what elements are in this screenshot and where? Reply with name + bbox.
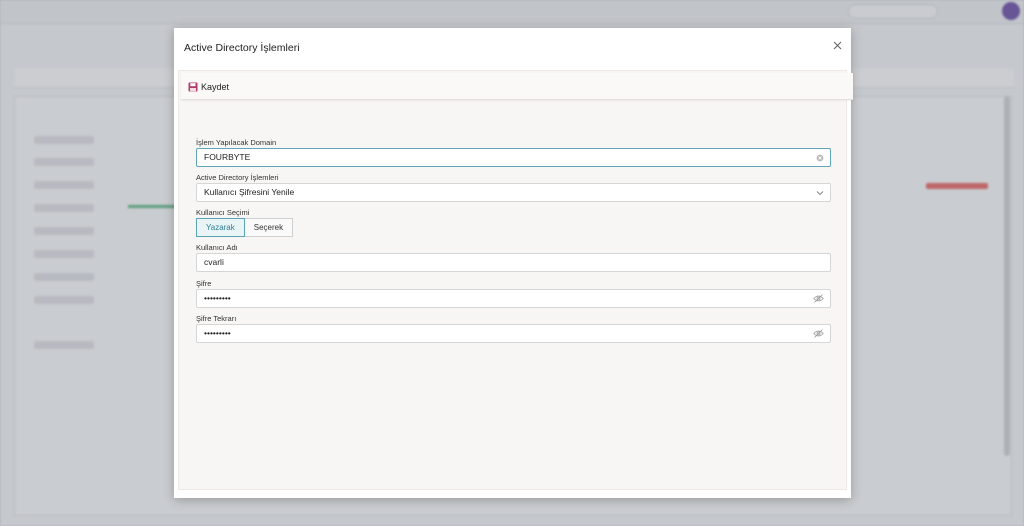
eye-slash-icon[interactable] [813, 290, 824, 307]
save-label: Kaydet [201, 82, 230, 92]
option-typing[interactable]: Yazarak [196, 218, 245, 237]
domain-label: İşlem Yapılacak Domain [196, 138, 277, 147]
close-icon[interactable] [830, 40, 844, 54]
password-repeat-label: Şifre Tekrarı [196, 314, 237, 323]
user-selection-label: Kullanıcı Seçimi [196, 208, 250, 217]
operation-value: Kullanıcı Şifresini Yenile [204, 187, 295, 197]
username-value: cvarli [204, 257, 224, 267]
domain-value: FOURBYTE [204, 152, 251, 162]
password-repeat-value: ••••••••• [204, 328, 231, 338]
username-label: Kullanıcı Adı [196, 243, 238, 252]
password-repeat-field[interactable]: ••••••••• [196, 324, 831, 343]
eye-slash-icon[interactable] [813, 325, 824, 342]
modal-body: Kaydet İşlem Yapılacak Domain FOURBYTE A… [178, 70, 853, 490]
clear-icon[interactable] [816, 149, 824, 166]
username-field[interactable]: cvarli [196, 253, 831, 272]
password-field[interactable]: ••••••••• [196, 289, 831, 308]
option-selecting[interactable]: Seçerek [244, 218, 294, 237]
password-label: Şifre [196, 279, 212, 288]
modal-title: Active Directory İşlemleri [184, 42, 300, 54]
operation-select[interactable]: Kullanıcı Şifresini Yenile [196, 183, 831, 202]
action-toolbar: Kaydet [181, 73, 853, 100]
operation-label: Active Directory İşlemleri [196, 173, 279, 182]
chevron-down-icon [816, 184, 824, 201]
user-selection-toggle: Yazarak Seçerek [196, 218, 294, 237]
password-value: ••••••••• [204, 293, 231, 303]
modal-header: Active Directory İşlemleri [174, 28, 851, 68]
active-directory-modal: Active Directory İşlemleri Kaydet İşlem … [174, 28, 853, 498]
save-button[interactable]: Kaydet [188, 80, 229, 94]
domain-field[interactable]: FOURBYTE [196, 148, 831, 167]
floppy-disk-icon [188, 82, 198, 92]
